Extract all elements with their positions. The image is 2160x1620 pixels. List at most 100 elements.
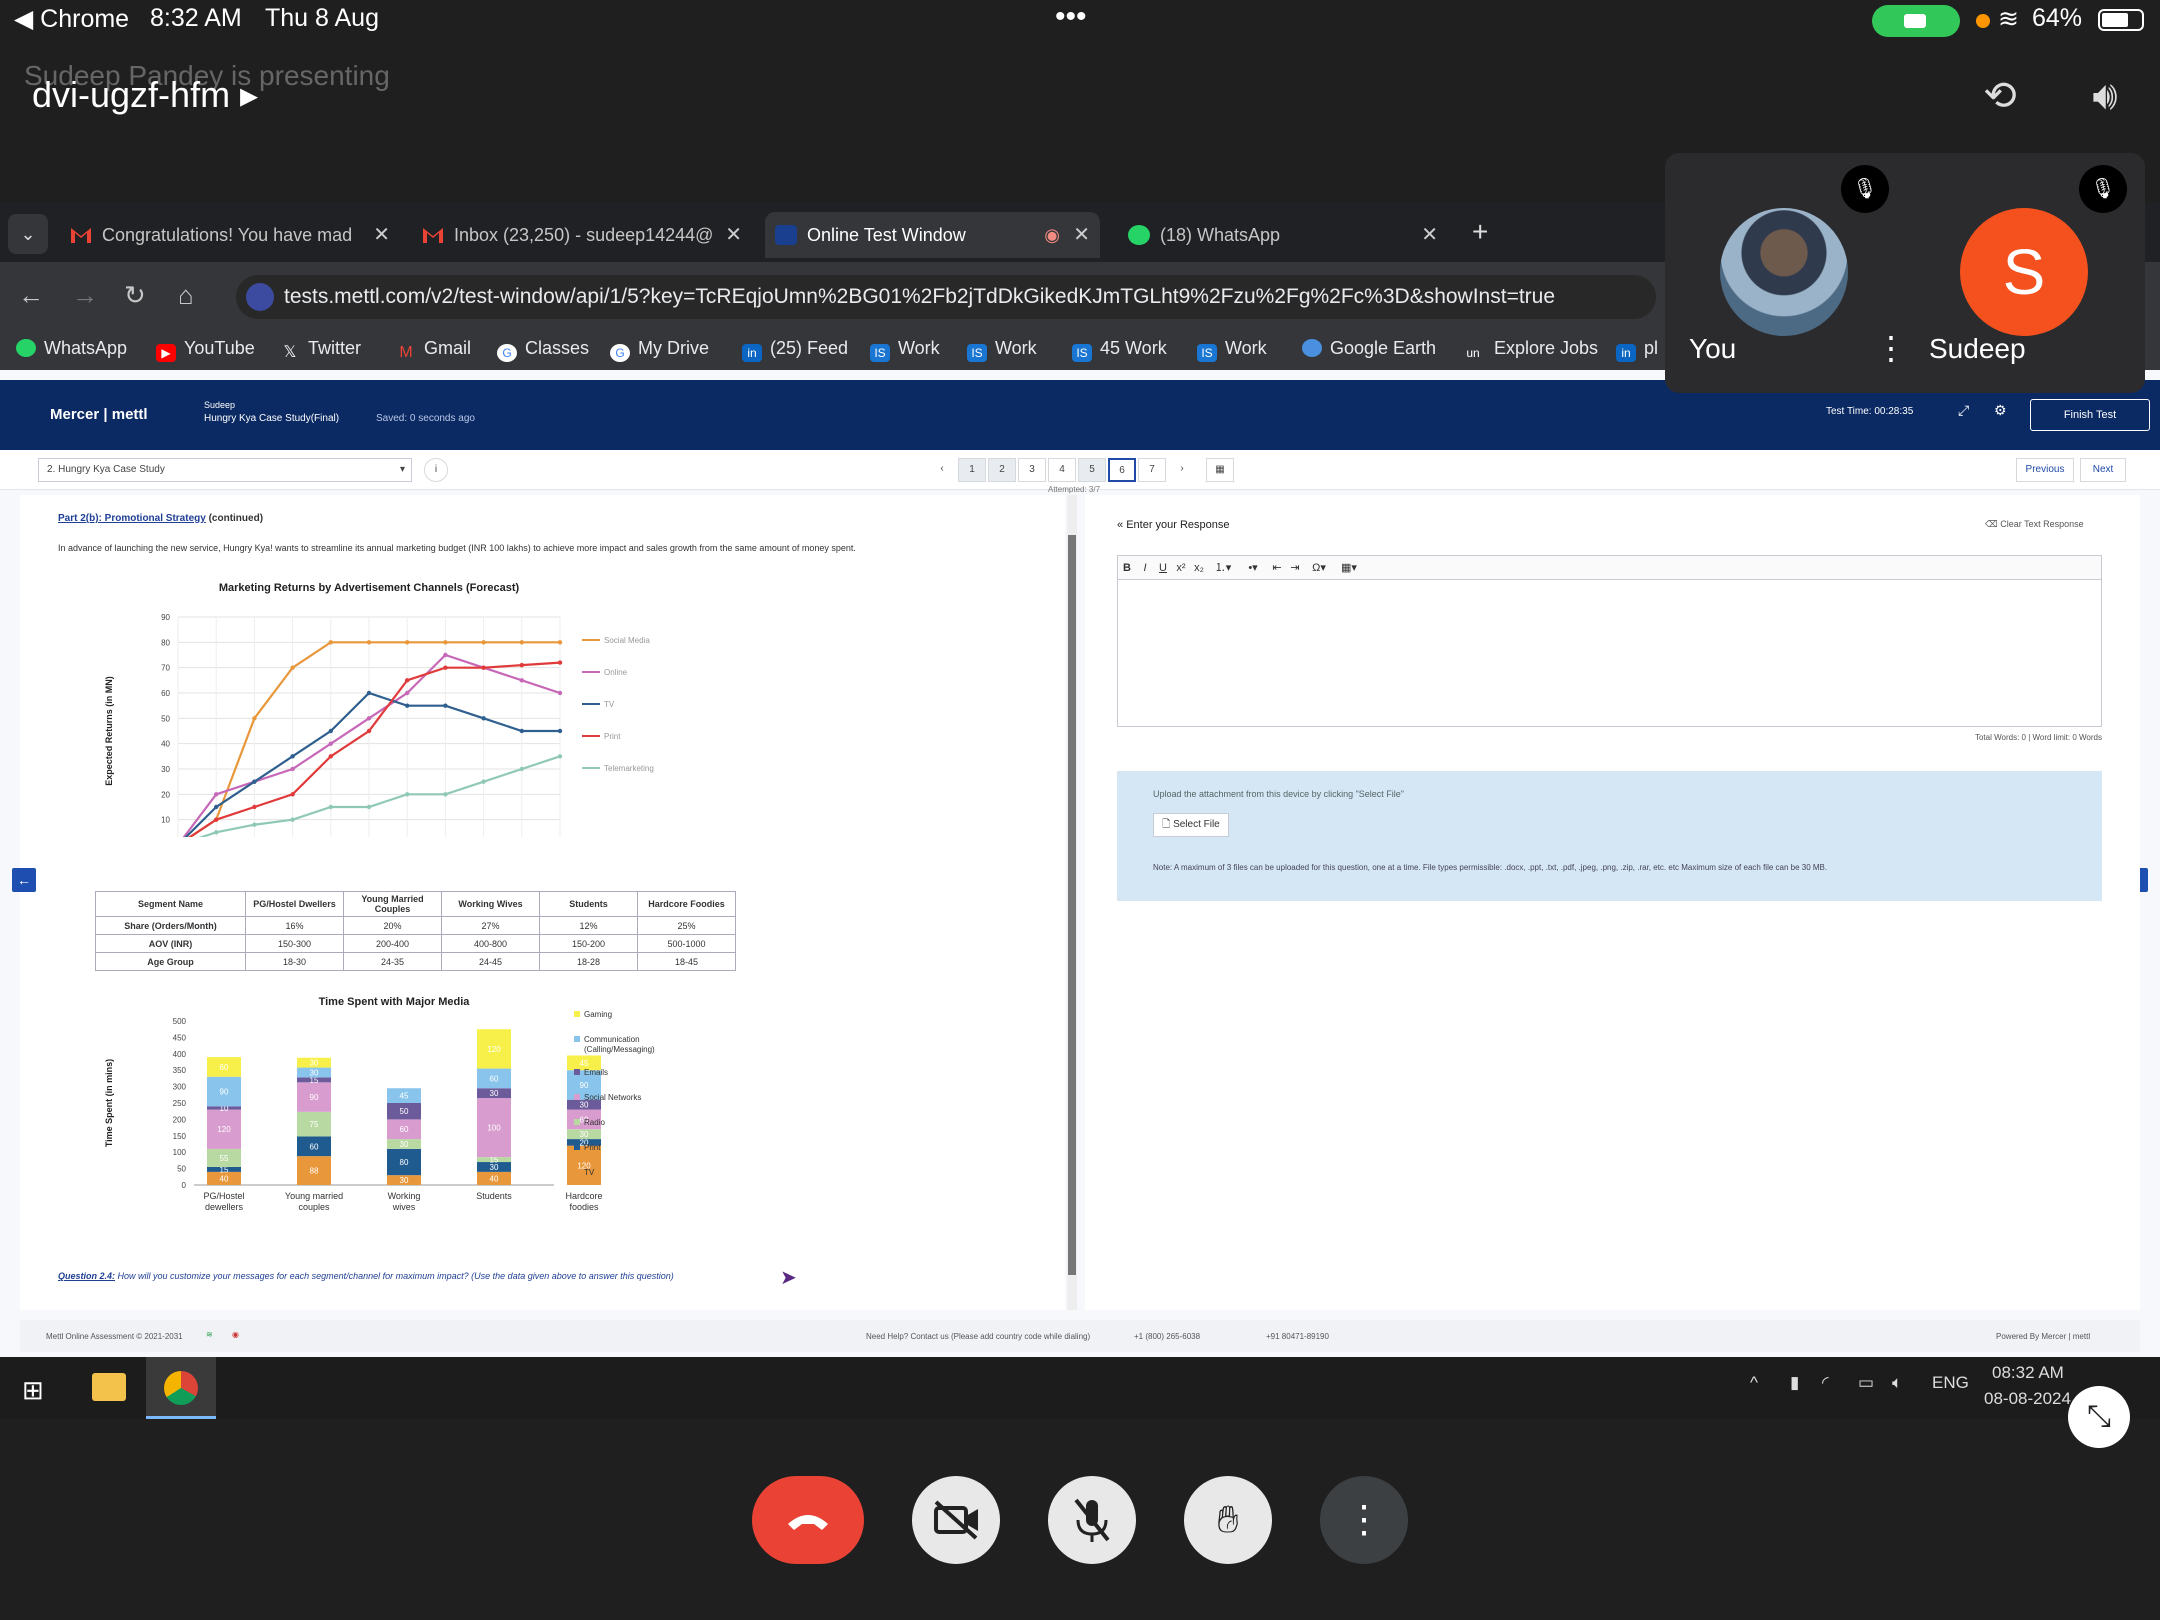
battery-tray-icon[interactable]: ▭ bbox=[1858, 1373, 1874, 1393]
chart-title: Time Spent with Major Media bbox=[319, 996, 471, 1008]
next-button[interactable]: Next bbox=[2080, 458, 2126, 482]
bookmark-classes[interactable]: G Classes bbox=[497, 338, 589, 362]
left-arrow-button[interactable]: ← bbox=[12, 868, 36, 892]
back-arrow-icon[interactable]: ← bbox=[18, 280, 44, 311]
back-to-app[interactable]: ◀ Chrome bbox=[14, 4, 129, 34]
end-call-button[interactable] bbox=[752, 1476, 864, 1564]
rich-text-editor[interactable]: B I Ux² x₂ ⒈▾ •▾ ⇤ ⇥ Ω▾ ▦▾ bbox=[1117, 555, 2102, 727]
bookmark-youtube[interactable]: ▶ YouTube bbox=[156, 338, 255, 362]
underline-icon[interactable]: U bbox=[1154, 556, 1172, 580]
bookmark-work[interactable]: IS Work bbox=[1197, 338, 1267, 362]
taskbar-time[interactable]: 08:32 AM bbox=[1992, 1363, 2064, 1383]
question-nav-7[interactable]: 7 bbox=[1138, 458, 1166, 482]
previous-button[interactable]: Previous bbox=[2016, 458, 2074, 482]
wifi-icon: ≋ bbox=[1998, 5, 2019, 33]
tab-close-icon[interactable]: ✕ bbox=[1421, 212, 1438, 258]
tab-gmail-inbox[interactable]: Inbox (23,250) - sudeep14244@ ✕ bbox=[412, 212, 752, 258]
bookmark-my-drive[interactable]: G My Drive bbox=[610, 338, 709, 362]
bookmark-linkedin-feed[interactable]: in (25) Feed bbox=[742, 338, 848, 362]
bookmark-work[interactable]: IS Work bbox=[870, 338, 940, 362]
question-nav-5[interactable]: 5 bbox=[1078, 458, 1106, 482]
site-info-icon[interactable] bbox=[246, 283, 274, 311]
us-phone[interactable]: +1 (800) 265-6038 bbox=[1134, 1332, 1200, 1341]
wifi-status-icon: ≋ bbox=[206, 1330, 213, 1339]
network-icon[interactable]: ◜ bbox=[1822, 1373, 1829, 1393]
question-nav-6[interactable]: 6 bbox=[1108, 458, 1136, 482]
more-options-icon[interactable]: ⋮ bbox=[1875, 329, 1907, 367]
speaker-icon[interactable]: 🔊︎ bbox=[2075, 66, 2135, 126]
multitask-dots[interactable]: ••• bbox=[1055, 0, 1087, 34]
tray-chevron-icon[interactable]: ^ bbox=[1750, 1373, 1758, 1393]
data-point bbox=[557, 660, 563, 665]
taskbar-date[interactable]: 08-08-2024 bbox=[1984, 1389, 2071, 1409]
question-nav-2[interactable]: 2 bbox=[988, 458, 1016, 482]
meeting-code[interactable]: dvi-ugzf-hfm ▸ bbox=[32, 74, 258, 116]
mic-off-button[interactable] bbox=[1048, 1476, 1136, 1564]
scrollbar-thumb[interactable] bbox=[1068, 535, 1076, 1275]
data-point bbox=[290, 665, 295, 670]
whatsapp-icon bbox=[1128, 225, 1150, 245]
y-axis-label: Expected Returns (in MN) bbox=[104, 676, 114, 786]
tab-online-test-window[interactable]: Online Test Window ◉ ✕ bbox=[765, 212, 1100, 258]
question-nav-4[interactable]: 4 bbox=[1048, 458, 1076, 482]
bookmark-whatsapp[interactable]: WhatsApp bbox=[16, 338, 127, 359]
bookmark-twitter[interactable]: 𝕏 Twitter bbox=[280, 338, 361, 362]
bookmark-google-earth[interactable]: Google Earth bbox=[1302, 338, 1436, 359]
info-icon[interactable]: i bbox=[424, 458, 448, 482]
tab-gmail-congrats[interactable]: Congratulations! You have mad ✕ bbox=[60, 212, 400, 258]
new-tab-icon[interactable]: + bbox=[1472, 216, 1488, 248]
grid-view-icon[interactable]: ▦ bbox=[1206, 458, 1234, 482]
raise-hand-button[interactable]: ✋︎ bbox=[1184, 1476, 1272, 1564]
table-icon[interactable]: ▦▾ bbox=[1334, 556, 1364, 580]
reload-icon[interactable]: ↻ bbox=[124, 280, 146, 311]
copyright-text: Mettl Online Assessment © 2021-2031 bbox=[46, 1332, 183, 1341]
numbered-list-icon[interactable]: ⒈▾ bbox=[1208, 556, 1238, 580]
volume-icon[interactable]: 🔈︎ bbox=[1892, 1373, 1902, 1393]
tab-search-chevron-icon[interactable]: ⌄ bbox=[8, 214, 48, 254]
bookmark-explore-jobs[interactable]: un Explore Jobs bbox=[1460, 338, 1598, 362]
sudeep-label: Sudeep bbox=[1929, 333, 2026, 364]
pane-scrollbar[interactable] bbox=[1067, 495, 1077, 1310]
url-field[interactable]: tests.mettl.com/v2/test-window/api/1/5?k… bbox=[236, 275, 1656, 319]
question-nav-3[interactable]: 3 bbox=[1018, 458, 1046, 482]
indent-icon[interactable]: ⇥ bbox=[1286, 556, 1304, 580]
special-char-icon[interactable]: Ω▾ bbox=[1304, 556, 1334, 580]
next-page-icon[interactable]: › bbox=[1168, 458, 1196, 482]
finish-test-button[interactable]: Finish Test bbox=[2030, 399, 2150, 431]
bookmark-linkedin[interactable]: in pl bbox=[1616, 338, 1658, 362]
bookmark-work[interactable]: IS Work bbox=[967, 338, 1037, 362]
camera-off-button[interactable] bbox=[912, 1476, 1000, 1564]
superscript-icon[interactable]: x² bbox=[1172, 556, 1190, 580]
settings-gear-icon[interactable]: ⚙ bbox=[1994, 402, 2007, 419]
italic-icon[interactable]: I bbox=[1136, 556, 1154, 580]
linkedin-icon: in bbox=[1616, 344, 1636, 362]
exit-fullscreen-icon[interactable]: ⤡ bbox=[2068, 1386, 2130, 1448]
tab-close-icon[interactable]: ✕ bbox=[725, 212, 742, 258]
more-options-button[interactable]: ⋮ bbox=[1320, 1476, 1408, 1564]
question-nav-1[interactable]: 1 bbox=[958, 458, 986, 482]
switch-camera-icon[interactable]: ⟲ bbox=[1970, 66, 2030, 126]
subscript-icon[interactable]: x₂ bbox=[1190, 556, 1208, 580]
language-indicator[interactable]: ENG bbox=[1932, 1373, 1969, 1393]
clear-response-button[interactable]: ⌫ Clear Text Response bbox=[1985, 519, 2084, 530]
india-phone[interactable]: +91 80471-89190 bbox=[1266, 1332, 1329, 1341]
tab-whatsapp[interactable]: (18) WhatsApp ✕ bbox=[1118, 212, 1448, 258]
select-file-button[interactable]: 🗋 Select File bbox=[1153, 813, 1229, 837]
chrome-taskbar-button[interactable] bbox=[146, 1357, 216, 1419]
bold-icon[interactable]: B bbox=[1118, 556, 1136, 580]
tab-close-icon[interactable]: ✕ bbox=[373, 212, 390, 258]
tab-close-icon[interactable]: ✕ bbox=[1073, 212, 1090, 258]
windows-start-icon[interactable]: ⊞ bbox=[22, 1375, 44, 1406]
outdent-icon[interactable]: ⇤ bbox=[1268, 556, 1286, 580]
collapse-icon[interactable]: « bbox=[1117, 519, 1123, 531]
prev-page-icon[interactable]: ‹ bbox=[928, 458, 956, 482]
bookmark-45-work[interactable]: IS 45 Work bbox=[1072, 338, 1167, 362]
file-explorer-icon[interactable] bbox=[92, 1373, 126, 1401]
bullet-list-icon[interactable]: •▾ bbox=[1238, 556, 1268, 580]
bookmark-gmail[interactable]: M Gmail bbox=[396, 338, 471, 362]
data-label: 30 bbox=[310, 1059, 319, 1068]
section-select[interactable]: 2. Hungry Kya Case Study ▾ bbox=[38, 458, 412, 482]
forward-arrow-icon[interactable]: → bbox=[72, 280, 98, 311]
home-icon[interactable]: ⌂ bbox=[178, 280, 194, 311]
fullscreen-icon[interactable]: ⤢ bbox=[1958, 402, 1969, 419]
